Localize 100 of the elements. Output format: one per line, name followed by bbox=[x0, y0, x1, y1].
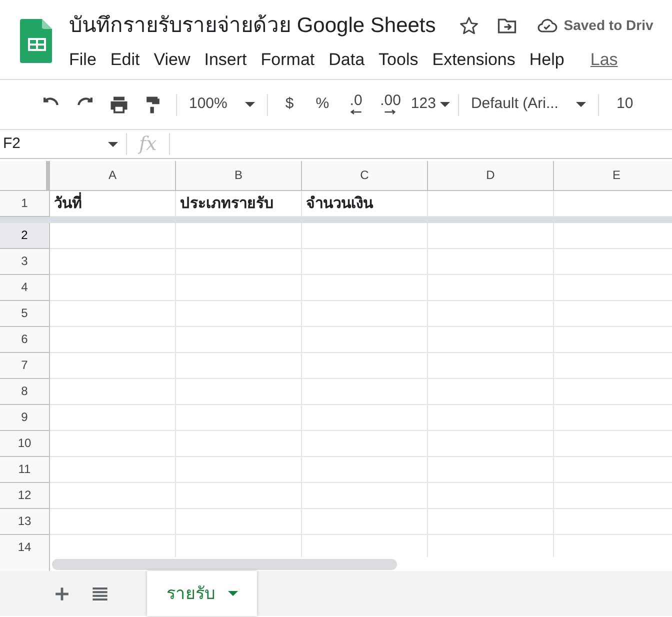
table-cell[interactable] bbox=[176, 483, 302, 509]
table-cell[interactable] bbox=[176, 405, 302, 431]
arrow-icon bbox=[382, 108, 398, 116]
table-cell[interactable] bbox=[50, 327, 176, 353]
table-cell[interactable] bbox=[302, 379, 428, 405]
menu-item[interactable]: Data bbox=[322, 47, 372, 72]
table-cell[interactable] bbox=[302, 405, 428, 431]
row-header[interactable]: 7 bbox=[0, 353, 50, 379]
table-cell[interactable] bbox=[428, 457, 554, 483]
table-cell[interactable] bbox=[428, 483, 554, 509]
table-cell[interactable] bbox=[50, 223, 176, 249]
column-header[interactable]: C bbox=[302, 161, 428, 191]
table-cell[interactable] bbox=[176, 301, 302, 327]
menu-item[interactable]: Edit bbox=[103, 47, 147, 72]
table-cell[interactable] bbox=[302, 301, 428, 327]
row-header[interactable]: 4 bbox=[0, 275, 50, 301]
table-cell[interactable] bbox=[50, 405, 176, 431]
table-cell[interactable] bbox=[176, 431, 302, 457]
table-cell[interactable] bbox=[50, 431, 176, 457]
table-cell[interactable] bbox=[302, 353, 428, 379]
font-size-button[interactable]: 10 bbox=[605, 90, 644, 118]
table-cell[interactable] bbox=[176, 275, 302, 301]
table-cell[interactable] bbox=[302, 327, 428, 353]
caret-icon bbox=[108, 142, 118, 146]
column-header[interactable]: E bbox=[554, 161, 672, 191]
menu-item[interactable]: File bbox=[62, 47, 104, 72]
percent-button[interactable]: % bbox=[304, 90, 340, 118]
row-header[interactable]: 3 bbox=[0, 249, 50, 275]
sheets-logo-icon[interactable] bbox=[20, 17, 54, 63]
font-dropdown[interactable]: Default (Ari... bbox=[470, 93, 558, 116]
table-cell[interactable] bbox=[302, 457, 428, 483]
decrease-decimal-button[interactable]: .0 bbox=[350, 94, 362, 108]
table-cell[interactable] bbox=[176, 353, 302, 379]
table-cell[interactable] bbox=[428, 509, 554, 535]
table-cell[interactable] bbox=[428, 379, 554, 405]
table-cell[interactable] bbox=[428, 353, 554, 379]
star-icon[interactable] bbox=[458, 14, 480, 36]
caret-icon bbox=[440, 102, 450, 107]
function-label: fx bbox=[139, 132, 157, 157]
row-header[interactable]: 6 bbox=[0, 327, 50, 353]
table-cell[interactable] bbox=[176, 249, 302, 275]
document-title[interactable]: บันทึกรายรับรายจ่ายด้วย Google Sheets bbox=[69, 13, 436, 39]
table-cell[interactable] bbox=[428, 431, 554, 457]
table-cell[interactable] bbox=[50, 379, 176, 405]
table-cell[interactable] bbox=[302, 249, 428, 275]
column-header[interactable]: B bbox=[176, 161, 302, 191]
name-box[interactable]: F2 bbox=[0, 130, 120, 158]
menu-item[interactable]: Format bbox=[254, 47, 322, 72]
menu-item[interactable]: View bbox=[146, 47, 198, 72]
menu-item[interactable]: Extensions bbox=[425, 47, 522, 72]
table-cell[interactable] bbox=[428, 327, 554, 353]
caret-icon bbox=[576, 102, 586, 107]
row-header[interactable]: 9 bbox=[0, 405, 50, 431]
table-cell[interactable] bbox=[176, 223, 302, 249]
column-header[interactable]: A bbox=[50, 161, 176, 191]
table-cell[interactable] bbox=[50, 483, 176, 509]
table-cell[interactable] bbox=[50, 457, 176, 483]
table-cell[interactable] bbox=[302, 275, 428, 301]
table-cell[interactable] bbox=[428, 405, 554, 431]
scrollbar-thumb[interactable] bbox=[52, 559, 397, 570]
currency-button[interactable]: $ bbox=[274, 90, 305, 118]
caret-icon bbox=[245, 102, 256, 107]
table-cell[interactable] bbox=[176, 509, 302, 535]
row-header[interactable]: 13 bbox=[0, 509, 50, 535]
table-cell[interactable] bbox=[302, 509, 428, 535]
menu-item[interactable]: Help bbox=[522, 47, 572, 72]
menu-item[interactable]: Tools bbox=[372, 47, 426, 72]
table-cell[interactable] bbox=[176, 457, 302, 483]
caret-icon bbox=[228, 591, 238, 596]
table-cell[interactable] bbox=[428, 275, 554, 301]
table-cell[interactable] bbox=[428, 223, 554, 249]
table-cell[interactable] bbox=[50, 353, 176, 379]
table-cell[interactable] bbox=[50, 249, 176, 275]
number-format-dropdown[interactable]: 123 bbox=[410, 93, 436, 116]
table-cell[interactable] bbox=[428, 249, 554, 275]
table-cell[interactable] bbox=[176, 379, 302, 405]
table-cell[interactable] bbox=[176, 327, 302, 353]
menu-item[interactable]: Insert bbox=[197, 47, 254, 72]
table-cell[interactable] bbox=[50, 509, 176, 535]
row-header[interactable]: 10 bbox=[0, 431, 50, 457]
zoom-dropdown[interactable]: 100% bbox=[189, 93, 228, 116]
table-cell[interactable] bbox=[50, 275, 176, 301]
row-header[interactable]: 14 bbox=[0, 535, 50, 557]
row-header[interactable]: 8 bbox=[0, 379, 50, 405]
row-header[interactable]: 11 bbox=[0, 457, 50, 483]
row-header[interactable]: 2 bbox=[0, 223, 50, 249]
last-edit-link[interactable]: Las bbox=[583, 47, 625, 72]
sheet-tab[interactable]: รายรับ bbox=[147, 571, 257, 616]
row-header[interactable]: 1 bbox=[0, 191, 50, 217]
corner-cell[interactable] bbox=[0, 161, 50, 191]
table-cell[interactable] bbox=[302, 483, 428, 509]
row-header[interactable]: 5 bbox=[0, 301, 50, 327]
table-cell[interactable] bbox=[302, 431, 428, 457]
table-cell[interactable] bbox=[428, 301, 554, 327]
column-header[interactable]: D bbox=[428, 161, 554, 191]
table-cell[interactable] bbox=[302, 223, 428, 249]
save-status: Saved to Driv bbox=[564, 16, 654, 35]
increase-decimal-button[interactable]: .00 bbox=[380, 94, 401, 108]
table-cell[interactable] bbox=[50, 301, 176, 327]
row-header[interactable]: 12 bbox=[0, 483, 50, 509]
